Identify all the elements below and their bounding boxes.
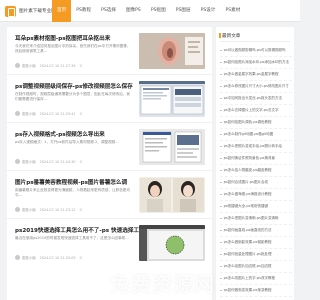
nav-item-ps-material[interactable]: PS素材 [220, 0, 245, 22]
article-meta: 图素小编 2024-07-10 21:23:12 0 [15, 207, 86, 212]
site-name: 图片素下载专业网 [19, 9, 56, 14]
article-meta: 图素小编 2024-07-10 21:25:41 0 [15, 111, 86, 116]
article-author: 图素小编 [22, 160, 36, 164]
site-header: 图片素下载专业网 首页 PS教程 PS选择 图像PS PS抠图 PS图层 PS设… [0, 0, 300, 22]
sidebar-item[interactable]: ps可以做视频剪辑吗-ps可以剪辑视频吗 [220, 45, 292, 57]
sidebar-item[interactable]: ps怎么修改图片尺寸大小-ps修改图片尺寸 [220, 81, 292, 93]
article-card[interactable]: ps存入视频格式-ps视频怎么导出来 ps存入视频格式：1、打开ps软件后导入素… [7, 123, 212, 171]
nav-item-ps-cutout[interactable]: PS抠图 [146, 0, 171, 22]
article-author: 图素小编 [22, 112, 36, 116]
article-date: 2024-07-10 21:27:39 [39, 63, 76, 68]
article-thumbnail-video-dialog[interactable] [139, 129, 205, 165]
article-card[interactable]: ps调整视频层级间保存-ps修改视频层怎么保存 在制作视频时，视频层级通常需要分… [7, 75, 212, 123]
sidebar-item[interactable]: ps怎么做倒影效果-ps倒影教程 [220, 237, 292, 249]
sidebar-title: 最新文章 [218, 33, 241, 39]
article-author: 图素小编 [22, 208, 36, 212]
article-author: 图素小编 [22, 256, 36, 260]
article-meta: 图素小编 2024-07-10 21:27:39 0 [15, 63, 86, 68]
article-date: 2024-07-10 21:20:05 [39, 255, 76, 260]
nav-item-home[interactable]: 首页 [52, 0, 72, 22]
nav-item-ps-tutorial[interactable]: PS教程 [71, 0, 96, 22]
article-thumbnail-ps-window[interactable] [139, 81, 205, 117]
divider [220, 41, 290, 42]
sidebar-item[interactable]: ps怎么制作gif动图-ps做gif动图 [220, 129, 292, 141]
main-nav: 首页 PS教程 PS选择 图像PS PS抠图 PS图层 PS设计 PS素材 [52, 0, 245, 22]
article-views: 0 [79, 207, 82, 212]
avatar [15, 159, 20, 164]
article-meta: 图素小编 2024-07-10 21:20:05 0 [15, 255, 86, 260]
article-views: 0 [79, 159, 82, 164]
avatar [15, 111, 20, 116]
sidebar-item[interactable]: ps如何画直线-ps画直线的方法 [220, 225, 292, 237]
avatar [15, 255, 20, 260]
avatar [15, 207, 20, 212]
article-views: 0 [79, 255, 82, 260]
article-desc: 在制作视频时，视频层级通常需要分为多个图层，因此在每次修改后，我们都需要进行保存… [15, 92, 130, 102]
article-card[interactable]: 耳朵ps素材抠图-ps抠图把耳朵抠出来 今天我们来介绍如何抠出图片中的耳朵，首先… [7, 27, 212, 75]
sidebar-item[interactable]: ps如何给图片调色-ps调色教程 [220, 117, 292, 129]
article-desc: 用番薯照片来让皮肤变得更光滑细腻，人物看起来更有质感，让肤色更均匀... [15, 188, 130, 198]
article-thumbnail-portraits[interactable] [139, 177, 205, 213]
sidebar-item[interactable]: ps怎么给人物磨皮-ps磨皮教程 [220, 165, 292, 177]
article-desc: ps存入视频格式：1、打开ps软件后导入素材视频 2、调整视频... [15, 140, 119, 144]
sidebar-item[interactable]: ps怎么做金属字效果-ps金属字教程 [220, 69, 292, 81]
sidebar-item[interactable]: ps怎么把照片变成手绘-ps照片转手绘 [220, 141, 292, 153]
article-title[interactable]: ps调整视频层级间保存-ps修改视频层怎么保存 [15, 82, 133, 90]
article-title[interactable]: ps存入视频格式-ps视频怎么导出来 [15, 130, 105, 138]
sidebar-item[interactable]: ps怎么给图片加边框-ps加边框 [220, 261, 292, 273]
article-title[interactable]: ps2019快速选择工具怎么用不了-ps 快速选择工具 简图 [15, 226, 158, 234]
article-views: 0 [79, 111, 82, 116]
nav-item-ps-select[interactable]: PS选择 [96, 0, 121, 22]
article-author: 图素小编 [22, 64, 36, 68]
article-desc: 最近在使用ps2019的时候发现快速选择工具用不了，这是怎么回事呢... [15, 236, 129, 240]
sidebar-latest-articles: 最新文章 ps可以做视频剪辑吗-ps可以剪辑视频吗 ps如何给照片添加水印-ps… [216, 27, 294, 300]
article-meta: 图素小编 2024-07-10 21:24:30 0 [15, 159, 86, 164]
article-views: 0 [79, 63, 82, 68]
article-date: 2024-07-10 21:25:41 [39, 111, 76, 116]
nav-item-image-ps[interactable]: 图像PS [121, 0, 146, 22]
article-date: 2024-07-10 21:24:30 [39, 159, 76, 164]
sidebar-item[interactable]: ps怎么去掉图片上的文字-ps去文字 [220, 105, 292, 117]
article-title[interactable]: 耳朵ps素材抠图-ps抠图把耳朵抠出来 [15, 34, 110, 42]
sidebar-item[interactable]: ps如何批量处理图片-ps批处理 [220, 249, 292, 261]
article-thumbnail-selection-tool[interactable] [139, 225, 205, 261]
sidebar-item[interactable]: ps怎么把图片变清晰-ps图片变清晰 [220, 213, 292, 225]
sidebar-item[interactable]: ps怎么做海报-ps海报设计教程 [220, 189, 292, 201]
logo-icon [5, 5, 16, 17]
sidebar-item[interactable]: ps如何换证件照背景色-ps换背景 [220, 153, 292, 165]
article-thumbnail-ear[interactable] [139, 33, 205, 69]
article-card[interactable]: 图片ps番薯美容教程视频-ps图片番薯怎么调 用番薯照片来让皮肤变得更光滑细腻，… [7, 171, 212, 219]
watermark-text: 免费资源网 [110, 272, 215, 296]
sidebar-item[interactable]: ps快捷键大全-ps常用快捷键 [220, 201, 292, 213]
sidebar-list: ps可以做视频剪辑吗-ps可以剪辑视频吗 ps如何给照片添加水印-ps添加水印的… [220, 45, 292, 297]
sidebar-item[interactable]: ps如何做渐变效果-ps渐变教程 [220, 285, 292, 297]
nav-item-ps-layer[interactable]: PS图层 [171, 0, 196, 22]
article-title[interactable]: 图片ps番薯美容教程视频-ps图片番薯怎么调 [15, 178, 127, 186]
article-desc: 今天我们来介绍如何抠出图片中的耳朵，首先我们在ps中打开素材图像，然后使用钢笔工… [15, 44, 131, 54]
article-list: 耳朵ps素材抠图-ps抠图把耳朵抠出来 今天我们来介绍如何抠出图片中的耳朵，首先… [7, 27, 212, 300]
article-date: 2024-07-10 21:23:12 [39, 207, 76, 212]
sidebar-item[interactable]: ps怎么改图片上的字-ps改字教程 [220, 273, 292, 285]
sidebar-item[interactable]: ps如何合成图片-ps图片合成 [220, 177, 292, 189]
nav-item-ps-design[interactable]: PS设计 [196, 0, 221, 22]
avatar [15, 63, 20, 68]
sidebar-item[interactable]: ps如何给照片添加水印-ps添加水印的方法 [220, 57, 292, 69]
sidebar-item[interactable]: ps中如何抠出头发丝-ps抠头发的方法 [220, 93, 292, 105]
site-logo[interactable]: 图片素下载专业网 [5, 4, 56, 18]
